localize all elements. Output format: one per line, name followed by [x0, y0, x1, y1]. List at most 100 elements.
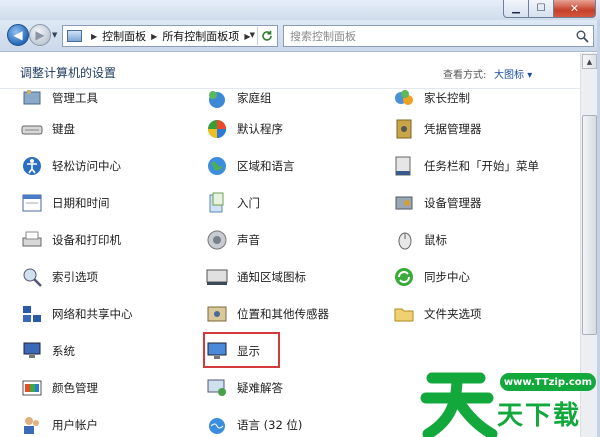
control-panel-item[interactable]: 鼠标 [392, 226, 447, 254]
control-panel-item[interactable]: 家庭组 [205, 90, 272, 112]
control-panel-item-label: 默认程序 [237, 122, 283, 136]
control-panel-item-label: 系统 [52, 344, 75, 358]
minimize-button[interactable]: ▁ [503, 0, 529, 18]
navigation-bar: ◀ ▶ ▼ ▶ 控制面板 ▶ 所有控制面板项 ▶ ▼ [0, 20, 600, 52]
control-panel-item-label: 位置和其他传感器 [237, 307, 329, 321]
close-button[interactable]: ✕ [554, 0, 596, 18]
control-panel-item-label: 颜色管理 [52, 381, 98, 395]
mouse-icon [392, 228, 416, 252]
control-panel-item[interactable]: 语言 (32 位) [205, 411, 302, 437]
chevron-down-icon: ▾ [527, 70, 533, 81]
view-by-value: 大图标 [494, 70, 524, 81]
system-icon [20, 339, 44, 363]
control-panel-item-label: 语言 (32 位) [237, 418, 303, 432]
location-sensors-icon [205, 302, 229, 326]
control-panel-item[interactable]: 区域和语言 [205, 152, 295, 180]
devices-printers-icon [20, 228, 44, 252]
credential-manager-icon [392, 117, 416, 141]
title-bar: ▁ ☐ ✕ [0, 0, 600, 20]
language-icon [205, 413, 229, 437]
control-panel-item[interactable]: 位置和其他传感器 [205, 300, 329, 328]
admin-tools-icon [20, 90, 44, 110]
control-panel-item[interactable]: 声音 [205, 226, 260, 254]
control-panel-item[interactable]: 设备和打印机 [20, 226, 121, 254]
back-button[interactable]: ◀ [7, 24, 29, 46]
forward-button[interactable]: ▶ [29, 24, 51, 46]
control-panel-item[interactable]: 默认程序 [205, 115, 283, 143]
control-panel-item-label: 入门 [237, 196, 260, 210]
control-panel-item-label: 显示 [237, 344, 260, 358]
control-panel-item[interactable]: 通知区域图标 [205, 263, 306, 291]
control-panel-item[interactable]: 疑难解答 [205, 374, 283, 402]
control-panel-item-label: 轻松访问中心 [52, 159, 121, 173]
user-accounts-icon [20, 413, 44, 437]
scroll-thumb[interactable] [582, 115, 597, 335]
watermark-logo-icon [420, 372, 498, 437]
control-panel-item[interactable]: 凭据管理器 [392, 115, 482, 143]
control-panel-item[interactable]: 颜色管理 [20, 374, 98, 402]
control-panel-item-label: 索引选项 [52, 270, 98, 284]
control-panel-item-label: 键盘 [52, 122, 75, 136]
breadcrumb-separator-icon[interactable]: ▶ [151, 32, 157, 41]
indexing-options-icon [20, 265, 44, 289]
control-panel-item[interactable]: 同步中心 [392, 263, 470, 291]
control-panel-item[interactable]: 管理工具 [20, 90, 98, 112]
view-by-dropdown[interactable]: 大图标 ▾ [494, 66, 532, 81]
control-panel-item-label: 网络和共享中心 [52, 307, 133, 321]
control-panel-item-label: 家长控制 [424, 91, 470, 105]
search-box[interactable] [283, 25, 594, 47]
recent-pages-chevron-down-icon[interactable]: ▼ [52, 31, 57, 39]
control-panel-item-label: 设备和打印机 [52, 233, 121, 247]
folder-options-icon [392, 302, 416, 326]
control-panel-item[interactable]: 键盘 [20, 115, 75, 143]
scroll-up-button[interactable]: ▲ [582, 54, 597, 69]
control-panel-item-label: 疑难解答 [237, 381, 283, 395]
control-panel-item-label: 区域和语言 [237, 159, 295, 173]
control-panel-item[interactable]: 设备管理器 [392, 189, 482, 217]
sound-icon [205, 228, 229, 252]
watermark-text: 天下载 [497, 401, 582, 431]
control-panel-item[interactable]: 文件夹选项 [392, 300, 482, 328]
control-panel-item[interactable]: 用户帐户 [20, 411, 98, 437]
control-panel-item-label: 文件夹选项 [424, 307, 482, 321]
control-panel-item[interactable]: 系统 [20, 337, 75, 365]
control-panel-item[interactable]: 日期和时间 [20, 189, 110, 217]
view-by-label: 查看方式: [443, 70, 487, 81]
control-panel-item[interactable]: 家长控制 [392, 90, 470, 112]
taskbar-start-icon [392, 154, 416, 178]
maximize-button[interactable]: ☐ [529, 0, 554, 18]
keyboard-icon [20, 117, 44, 141]
control-panel-item-label: 家庭组 [237, 91, 272, 105]
sync-center-icon [392, 265, 416, 289]
network-sharing-icon [20, 302, 44, 326]
display-icon [205, 339, 229, 363]
page-title: 调整计算机的设置 [20, 66, 117, 80]
control-panel-item-label: 鼠标 [424, 233, 447, 247]
control-panel-item[interactable]: 索引选项 [20, 263, 98, 291]
control-panel-item-label: 管理工具 [52, 91, 98, 105]
breadcrumb-separator-icon[interactable]: ▶ [91, 32, 97, 41]
homegroup-icon [205, 90, 229, 110]
breadcrumb-all-items[interactable]: 所有控制面板项 [162, 28, 239, 44]
ease-of-access-icon [20, 154, 44, 178]
control-panel-item[interactable]: 入门 [205, 189, 260, 217]
search-icon[interactable] [571, 26, 593, 46]
breadcrumb-control-panel[interactable]: 控制面板 [102, 28, 146, 44]
control-panel-item[interactable]: 任务栏和「开始」菜单 [392, 152, 539, 180]
color-management-icon [20, 376, 44, 400]
control-panel-item-label: 任务栏和「开始」菜单 [424, 159, 539, 173]
control-panel-item[interactable]: 网络和共享中心 [20, 300, 133, 328]
watermark-url: www.TTzip.com [500, 373, 596, 391]
content-header: 调整计算机的设置 查看方式: 大图标 ▾ [0, 53, 580, 89]
control-panel-item-label: 声音 [237, 233, 260, 247]
search-input[interactable] [284, 29, 571, 43]
control-panel-item-label: 同步中心 [424, 270, 470, 284]
default-programs-icon [205, 117, 229, 141]
device-manager-icon [392, 191, 416, 215]
control-panel-item-label: 用户帐户 [52, 418, 98, 432]
refresh-icon[interactable] [257, 27, 275, 45]
control-panel-item[interactable]: 显示 [205, 337, 260, 365]
address-bar[interactable]: ▶ 控制面板 ▶ 所有控制面板项 ▶ ▼ [62, 25, 278, 47]
address-history-chevron-down-icon[interactable]: ▼ [250, 31, 255, 39]
control-panel-item[interactable]: 轻松访问中心 [20, 152, 121, 180]
